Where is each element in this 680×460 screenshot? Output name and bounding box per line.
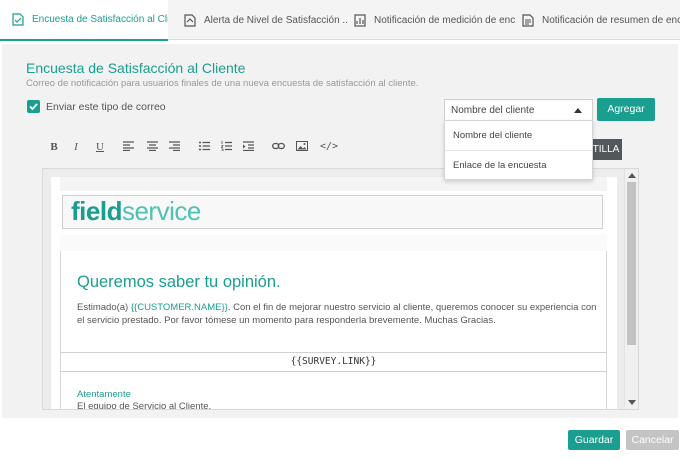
save-button[interactable]: Guardar: [568, 430, 620, 450]
layout-guide: [60, 235, 607, 251]
bullet-list-icon: [198, 141, 210, 151]
tab-bar: Encuesta de Satisfacción al Clie... Aler…: [0, 0, 680, 41]
closing-text: Atentamente: [77, 389, 131, 400]
layout-guide: [43, 169, 51, 409]
indent-icon: [242, 141, 254, 151]
bold-button[interactable]: B: [46, 139, 62, 155]
logo-text-service: service: [121, 196, 201, 226]
underline-button[interactable]: U: [92, 139, 108, 155]
editor-scrollbar[interactable]: [624, 169, 638, 409]
survey-link-row: {{SURVEY.LINK}}: [60, 352, 607, 372]
add-field-button[interactable]: Agregar: [597, 98, 655, 121]
section-title: Encuesta de Satisfacción al Cliente: [26, 60, 246, 76]
team-signature: El equipo de Servicio al Cliente.: [77, 401, 212, 410]
link-button[interactable]: [270, 139, 286, 155]
send-email-label: Enviar este tipo de correo: [46, 101, 166, 113]
tab-notificacion-resumen[interactable]: Notificación de resumen de enc...: [516, 0, 680, 40]
email-preview: fieldservice Queremos saber tu opinión. …: [43, 169, 625, 410]
align-left-button[interactable]: [120, 139, 136, 155]
tab-notificacion-medicion[interactable]: Notificación de medición de enc...: [348, 0, 516, 40]
italic-button[interactable]: I: [68, 139, 84, 155]
tab-label: Notificación de resumen de enc...: [542, 14, 680, 26]
numbered-list-icon: [220, 141, 232, 151]
field-select-value: Nombre del cliente: [451, 105, 535, 116]
bullet-list-button[interactable]: [196, 139, 212, 155]
survey-doc-icon: [12, 13, 24, 26]
cancel-button[interactable]: Cancelar: [626, 430, 679, 450]
field-select[interactable]: Nombre del cliente: [444, 99, 593, 121]
greeting-text: Estimado(a): [77, 302, 131, 313]
code-view-button[interactable]: </>: [320, 139, 338, 155]
email-body: Estimado(a) {{CUSTOMER.NAME}}. Con el fi…: [77, 301, 597, 327]
image-button[interactable]: [294, 139, 310, 155]
scroll-down-arrow-icon[interactable]: [628, 400, 636, 405]
align-right-icon: [168, 141, 180, 151]
field-dropdown-menu: Nombre del cliente Enlace de la encuesta: [444, 120, 593, 180]
indent-button[interactable]: [240, 139, 256, 155]
send-email-checkbox[interactable]: [27, 100, 40, 113]
customer-name-token: {{CUSTOMER.NAME}}: [130, 302, 228, 313]
template-button[interactable]: TILLA: [590, 139, 622, 160]
tab-label: Notificación de medición de enc...: [374, 14, 516, 26]
alert-doc-icon: [184, 13, 196, 27]
numbered-list-button[interactable]: [218, 139, 234, 155]
tab-label: Encuesta de Satisfacción al Clie...: [32, 14, 168, 25]
chart-doc-icon: [354, 13, 366, 27]
logo-text-field: field: [71, 196, 122, 226]
align-right-button[interactable]: [166, 139, 182, 155]
check-icon: [29, 103, 38, 111]
caret-up-icon: [574, 108, 582, 113]
dropdown-option-survey-link[interactable]: Enlace de la encuesta: [445, 150, 592, 179]
tab-label: Alerta de Nivel de Satisfacción ...: [204, 14, 348, 26]
align-center-button[interactable]: [144, 139, 160, 155]
scrollbar-thumb[interactable]: [627, 182, 636, 345]
summary-doc-icon: [522, 13, 534, 27]
section-subtitle: Correo de notificación para usuarios fin…: [26, 78, 419, 89]
tab-alerta-nivel[interactable]: Alerta de Nivel de Satisfacción ...: [178, 0, 348, 40]
email-header-box: fieldservice: [62, 195, 603, 229]
align-left-icon: [122, 141, 134, 151]
scroll-up-arrow-icon[interactable]: [628, 173, 636, 178]
tab-encuesta-satisfaccion[interactable]: Encuesta de Satisfacción al Clie...: [0, 0, 168, 41]
email-editor[interactable]: fieldservice Queremos saber tu opinión. …: [42, 168, 639, 410]
align-center-icon: [146, 141, 158, 151]
email-heading: Queremos saber tu opinión.: [77, 273, 281, 291]
fieldservice-logo: fieldservice: [71, 196, 201, 227]
image-icon: [296, 141, 308, 151]
dropdown-option-customer-name[interactable]: Nombre del cliente: [445, 121, 592, 150]
link-icon: [271, 142, 285, 150]
